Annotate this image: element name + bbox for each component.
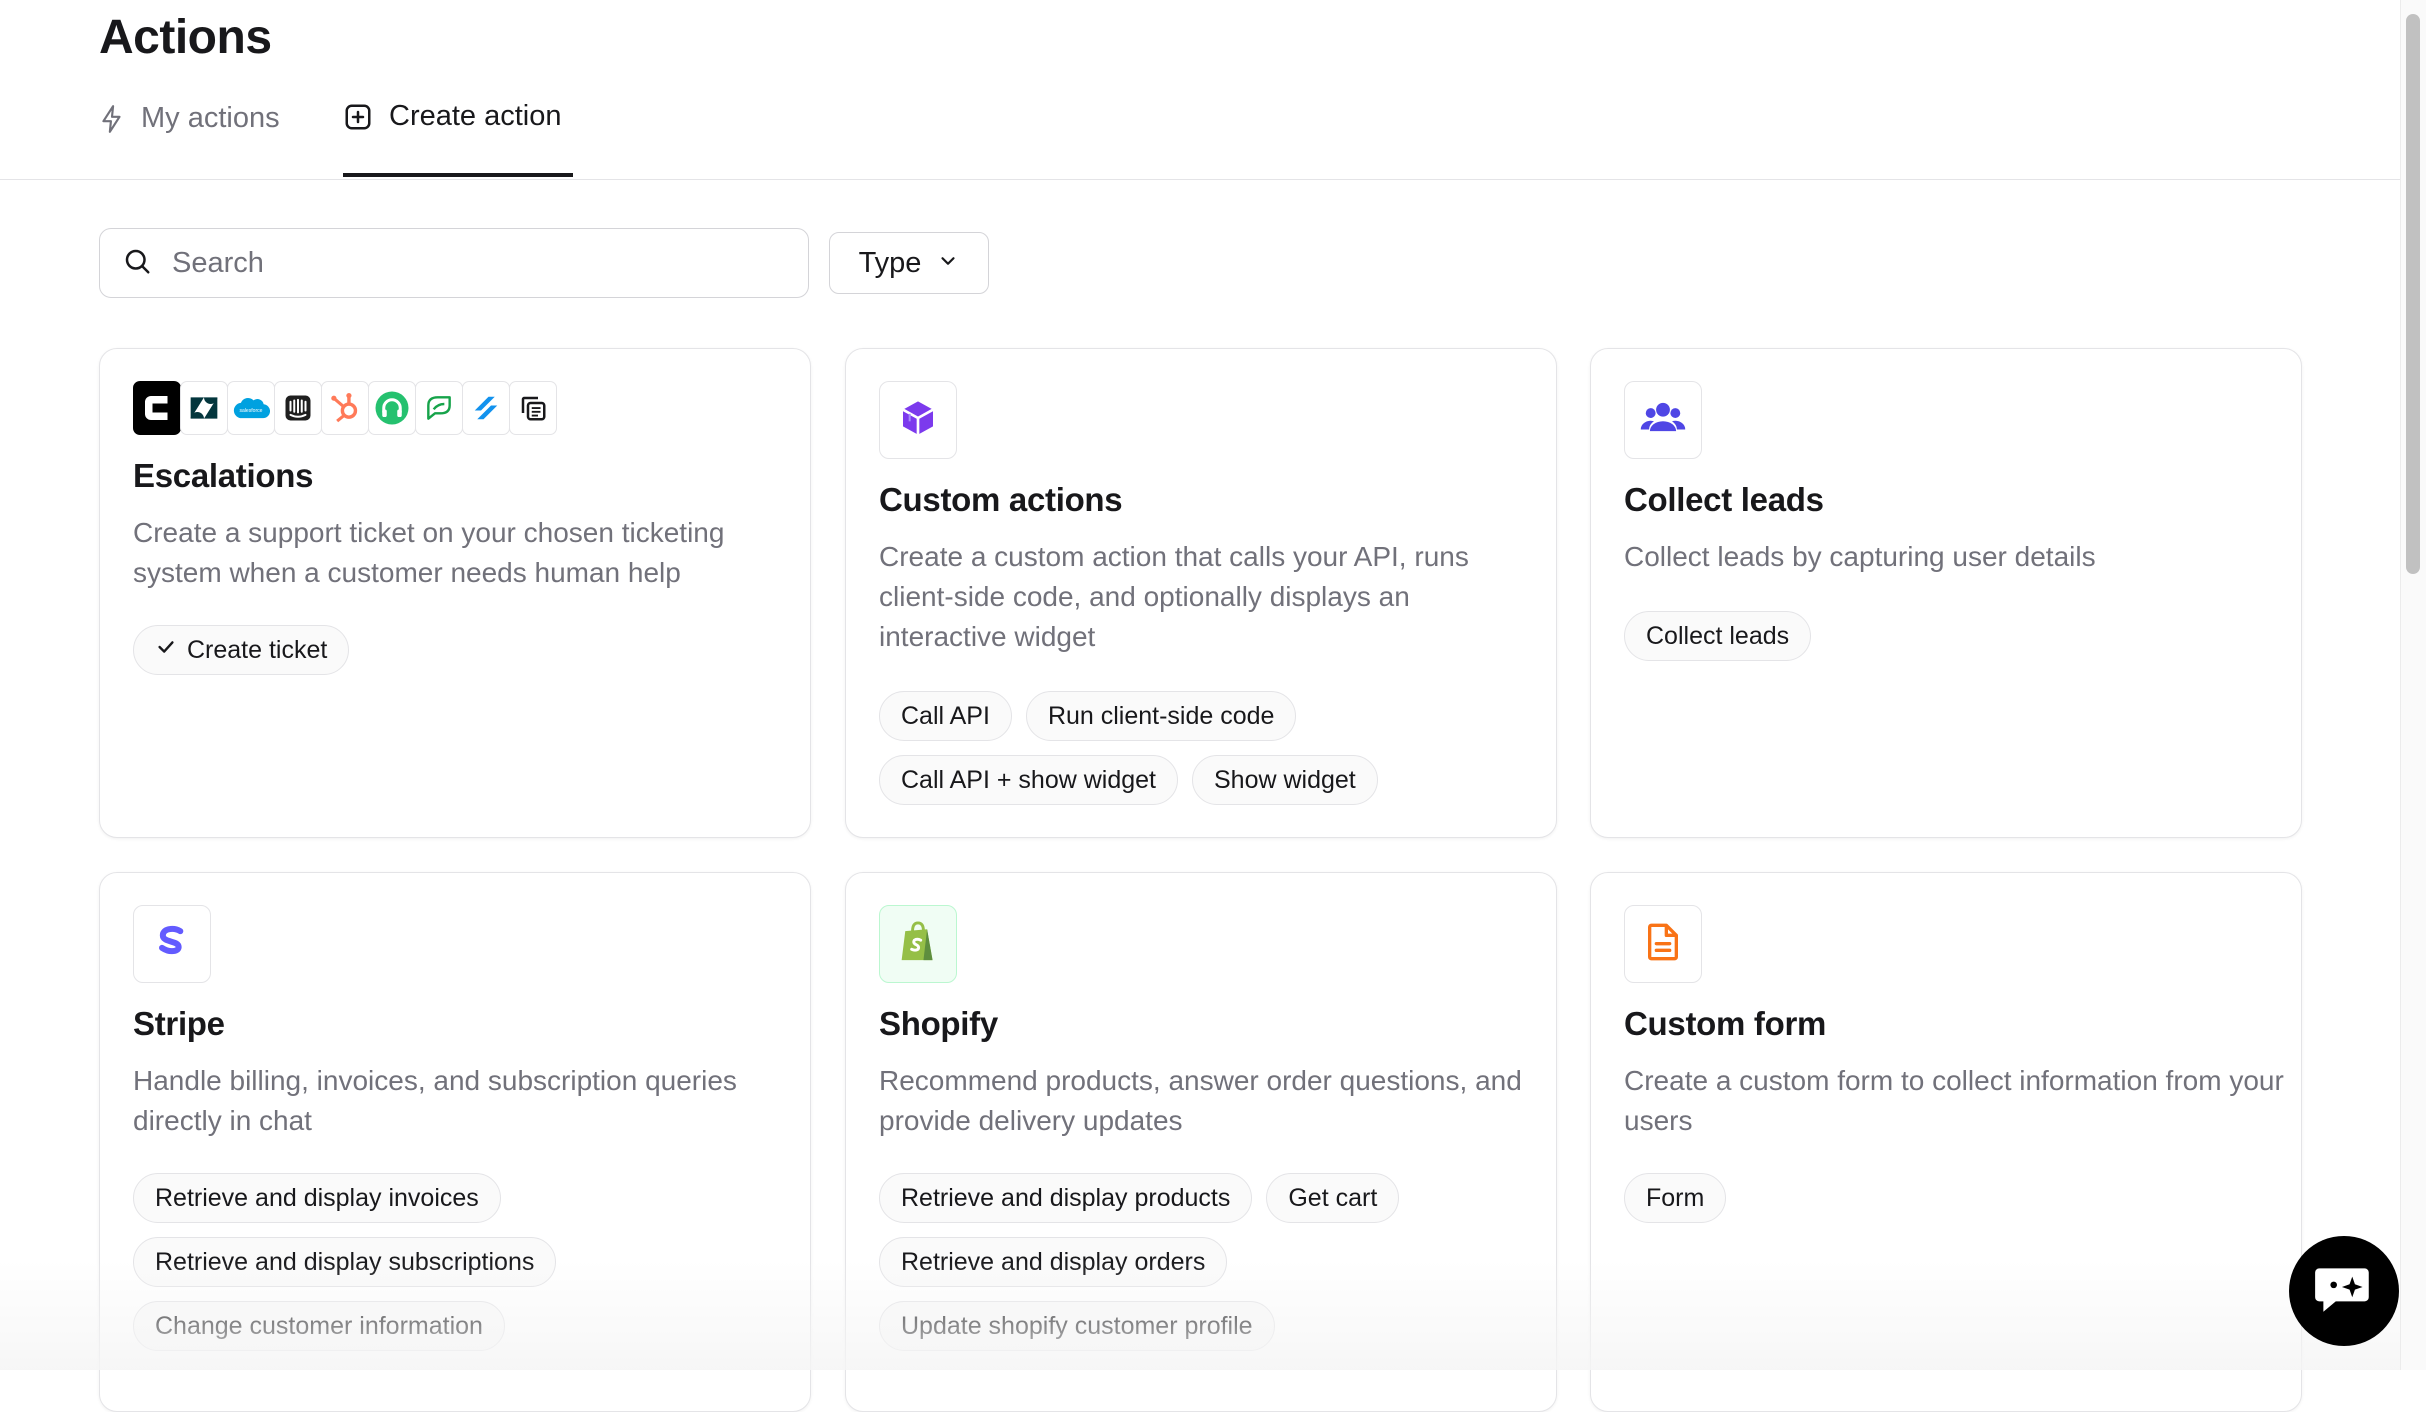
search-input[interactable] (170, 245, 774, 281)
page-header: Actions My actions Create action (0, 0, 2400, 180)
active-tab-indicator (343, 173, 573, 177)
card-custom-actions[interactable]: Custom actions Create a custom action th… (845, 348, 1557, 838)
page-title: Actions (99, 11, 272, 64)
card-description: Recommend products, answer order questio… (879, 1065, 1522, 1136)
chip-label: Form (1646, 1183, 1705, 1212)
chip-form[interactable]: Form (1624, 1173, 1727, 1223)
chip-group: Call API Run client-side code Call API +… (879, 691, 1539, 805)
card-description: Create a custom form to collect informat… (1624, 1065, 2284, 1136)
type-filter-label: Type (858, 246, 922, 279)
chip-group: Collect leads (1624, 611, 2284, 661)
users-icon (1640, 398, 1686, 443)
card-shopify[interactable]: Shopify Recommend products, answer order… (845, 872, 1557, 1412)
chip-label: Call API + show widget (901, 765, 1156, 794)
chip-retrieve-orders[interactable]: Retrieve and display orders (879, 1237, 1228, 1287)
chip-call-api-show-widget[interactable]: Call API + show widget (879, 755, 1178, 805)
card-title: Escalations (133, 457, 314, 494)
card-description: Create a support ticket on your chosen t… (133, 517, 725, 588)
type-filter-dropdown[interactable]: Type (829, 232, 989, 294)
plus-square-icon (343, 102, 373, 132)
zendesk-logo-icon (180, 381, 228, 435)
stripe-icon-box (133, 905, 211, 983)
cube-icon (898, 398, 938, 443)
chip-group: Retrieve and display products Get cart R… (879, 1173, 1539, 1351)
collect-leads-icon-box (1624, 381, 1702, 459)
chip-call-api[interactable]: Call API (879, 691, 1012, 741)
card-custom-form[interactable]: Custom form Create a custom form to coll… (1590, 872, 2302, 1412)
card-title: Custom form (1624, 1005, 1827, 1042)
chat-sparkle-icon (2311, 1259, 2377, 1324)
chip-change-customer-information[interactable]: Change customer information (133, 1301, 505, 1351)
card-title: Collect leads (1624, 481, 1824, 518)
chip-label: Retrieve and display products (901, 1183, 1231, 1212)
chip-label: Call API (901, 701, 990, 730)
shopify-icon-box (879, 905, 957, 983)
document-icon (1646, 922, 1680, 967)
chip-collect-leads[interactable]: Collect leads (1624, 611, 1812, 661)
integration-logos: salesforce (133, 381, 557, 435)
chip-update-customer-profile[interactable]: Update shopify customer profile (879, 1301, 1275, 1351)
hubspot-logo-icon (321, 381, 369, 435)
copy-icon (509, 381, 557, 435)
chip-retrieve-subscriptions[interactable]: Retrieve and display subscriptions (133, 1237, 557, 1287)
shopify-icon (898, 920, 938, 969)
tab-my-actions-label: My actions (141, 102, 280, 134)
custom-actions-icon-box (879, 381, 957, 459)
card-description: Handle billing, invoices, and subscripti… (133, 1065, 737, 1136)
tab-create-action[interactable]: Create action (343, 100, 562, 133)
card-description: Create a custom action that calls your A… (879, 541, 1469, 652)
card-title: Stripe (133, 1005, 225, 1042)
chip-label: Retrieve and display invoices (155, 1183, 479, 1212)
chip-show-widget[interactable]: Show widget (1192, 755, 1378, 805)
chip-retrieve-products[interactable]: Retrieve and display products (879, 1173, 1253, 1223)
lightning-icon (99, 104, 125, 134)
chip-label: Create ticket (187, 635, 328, 664)
chat-widget-button[interactable] (2289, 1236, 2399, 1346)
chip-group: Create ticket (133, 625, 793, 675)
chatbase-logo-icon (133, 381, 181, 435)
chip-create-ticket[interactable]: Create ticket (133, 625, 350, 675)
freshdesk-logo-icon (368, 381, 416, 435)
chip-label: Collect leads (1646, 621, 1790, 650)
card-title: Custom actions (879, 481, 1123, 518)
chip-label: Update shopify customer profile (901, 1311, 1253, 1340)
chip-run-client-side-code[interactable]: Run client-side code (1025, 691, 1297, 741)
chip-group: Retrieve and display invoices Retrieve a… (133, 1173, 793, 1351)
chip-retrieve-invoices[interactable]: Retrieve and display invoices (133, 1173, 501, 1223)
card-stripe[interactable]: Stripe Handle billing, invoices, and sub… (99, 872, 811, 1412)
helpscout-logo-icon (462, 381, 510, 435)
chip-label: Run client-side code (1047, 701, 1275, 730)
card-description: Collect leads by capturing user details (1624, 541, 2096, 572)
search-icon (122, 246, 152, 281)
intercom-logo-icon (274, 381, 322, 435)
card-title: Shopify (879, 1005, 998, 1042)
tab-create-action-label: Create action (389, 100, 562, 132)
chip-label: Change customer information (155, 1311, 483, 1340)
chip-label: Show widget (1214, 765, 1356, 794)
chip-get-cart[interactable]: Get cart (1266, 1173, 1400, 1223)
salesforce-logo-icon: salesforce (227, 381, 275, 435)
card-collect-leads[interactable]: Collect leads Collect leads by capturing… (1590, 348, 2302, 838)
check-icon (155, 636, 177, 665)
chevron-down-icon (937, 247, 959, 280)
custom-form-icon-box (1624, 905, 1702, 983)
tab-my-actions[interactable]: My actions (99, 102, 280, 135)
chip-label: Retrieve and display orders (901, 1247, 1206, 1276)
search-box[interactable] (99, 228, 809, 298)
scrollbar-thumb[interactable] (2406, 14, 2420, 574)
chip-label: Retrieve and display subscriptions (155, 1247, 535, 1276)
stripe-icon (155, 922, 189, 967)
card-escalations[interactable]: salesforce Escalations Create a support … (99, 348, 811, 838)
chip-group: Form (1624, 1173, 2284, 1223)
zoho-desk-logo-icon (415, 381, 463, 435)
svg-text:salesforce: salesforce (239, 408, 262, 414)
chip-label: Get cart (1288, 1183, 1378, 1212)
